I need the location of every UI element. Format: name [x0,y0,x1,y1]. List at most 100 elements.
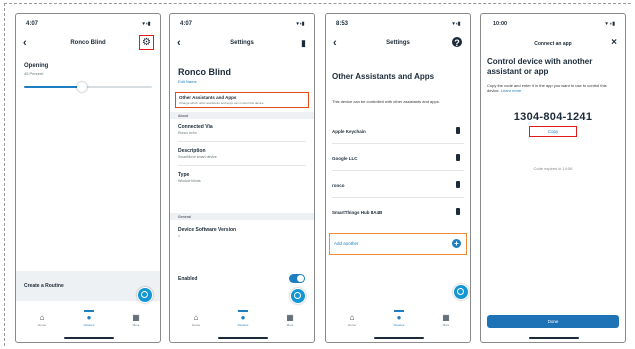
status-icons: ▾ ◖▮ [142,21,150,27]
status-time: 4:07 [26,21,39,27]
tab-more[interactable]: ▦ More [277,313,303,327]
tab-more-label: More [442,323,450,327]
software-version-value: 1 [178,234,180,238]
alexa-button[interactable] [137,287,153,303]
page-description: Copy the code and enter it in the app yo… [487,83,619,93]
screenshot-frame-top [4,3,631,4]
home-indicator [374,337,424,339]
nav-bar: ‹ Settings ▮ [170,36,314,52]
page-title: Settings [230,40,254,46]
tab-devices[interactable]: ● Devices [230,310,256,327]
slider-knob[interactable] [76,82,87,92]
tab-more-label: More [286,323,294,327]
grid-icon: ▦ [442,313,450,322]
phone-connect-app: 10:00 ▾ ◖▮ Connect an app × Control devi… [480,13,626,343]
tab-home-label: Home [191,323,200,327]
tab-home[interactable]: ⌂ Home [339,313,365,327]
done-button[interactable]: Done [487,315,619,328]
phone-device-control: 4:07 ▾ ◖▮ ‹ Ronco Blind ⚙ Opening 45 Per… [15,13,161,343]
nav-bar: ‹ Settings ? [326,36,470,52]
home-icon: ⌂ [39,313,45,322]
section-general: General [170,213,314,220]
enabled-toggle[interactable] [289,274,305,283]
create-routine-label: Create a Routine [24,283,64,289]
screenshot-frame-left [4,3,5,346]
nav-bar: ‹ Ronco Blind ⚙ [16,35,160,52]
connected-via-title: Connected Via [178,124,213,130]
trash-icon[interactable] [456,208,460,215]
edit-name-link[interactable]: Edit Name [178,79,197,84]
connected-via-row: Connected Via Ronco echo [178,120,306,142]
trash-icon[interactable]: ▮ [301,37,306,49]
pairing-code: 1304-804-1241 [513,111,593,123]
page-title: Settings [386,40,410,46]
software-version-title: Device Software Version [178,227,237,233]
page-heading: Other Assistants and Apps [332,72,435,81]
tab-home[interactable]: ⌂ Home [29,313,55,327]
phone-other-assistants: 8:53 ▾ ◖▮ ‹ Settings ? Other Assistants … [325,13,471,343]
home-icon: ⌂ [349,313,355,322]
opening-value: 45 Percent [24,71,44,76]
status-bar: 4:07 ▾ ◖▮ [26,21,150,31]
status-icons: ▾ ◖▮ [296,21,304,27]
connected-via-value: Ronco echo [178,131,197,135]
home-indicator [529,337,579,339]
description-row: Description SmartMove smart device [178,144,306,166]
alexa-button[interactable] [453,284,469,300]
bulb-icon: ● [240,313,246,322]
app-name: ronco [332,183,345,188]
tab-home-label: Home [37,323,46,327]
tab-home[interactable]: ⌂ Home [183,313,209,327]
learn-more-link[interactable]: Learn more [501,88,521,93]
type-title: Type [178,172,190,178]
bottom-tab-bar: ⌂ Home ● Devices ▦ More [16,310,160,333]
other-assistants-title: Other Assistants and Apps [179,95,237,100]
software-version-row: Device Software Version 1 [178,223,306,245]
status-bar: 8:53 ▾ ◖▮ [336,21,460,31]
help-icon[interactable]: ? [452,37,462,48]
tab-home-label: Home [347,323,356,327]
app-name: SmartThings Hub 8A4B [332,210,383,215]
tab-devices-label: Devices [237,323,249,327]
device-name: Ronco Blind [178,67,231,77]
tab-devices-label: Devices [393,323,405,327]
home-indicator [64,337,114,339]
enabled-label: Enabled [178,276,198,282]
trash-icon[interactable] [456,181,460,188]
tab-more[interactable]: ▦ More [433,313,459,327]
home-indicator [218,337,268,339]
slider-fill [24,86,82,88]
section-about: About [170,112,314,119]
tab-more[interactable]: ▦ More [123,313,149,327]
tab-more-label: More [132,323,140,327]
app-row[interactable]: Apple Keychain [332,120,464,144]
type-value: Window blinds [178,179,201,183]
phone-device-settings: 4:07 ▾ ◖▮ ‹ Settings ▮ Ronco Blind Edit … [169,13,315,343]
page-title: Connect an app [534,41,572,47]
grid-icon: ▦ [286,313,294,322]
tab-devices-label: Devices [83,323,95,327]
status-bar: 4:07 ▾ ◖▮ [180,21,304,31]
page-heading: Control device with another assistant or… [487,57,593,76]
opening-slider[interactable] [24,82,152,92]
alexa-button[interactable] [290,288,306,304]
status-time: 8:53 [336,21,349,27]
type-row: Type Window blinds [178,168,306,190]
grid-icon: ▦ [132,313,140,322]
other-assistants-row[interactable]: Other Assistants and Apps Change which o… [175,92,309,108]
app-row[interactable]: Google LLC [332,147,464,171]
add-another-button[interactable]: Add another + [329,233,467,255]
tab-devices[interactable]: ● Devices [76,310,102,327]
close-icon[interactable]: × [611,37,617,48]
code-expiry: Code expires in 14:56 [533,166,573,171]
gear-icon: ⚙ [142,37,151,48]
trash-icon[interactable] [456,127,460,134]
copy-button[interactable]: Copy [529,126,577,137]
description-title: Description [178,148,206,154]
status-time: 4:07 [180,21,193,27]
trash-icon[interactable] [456,154,460,161]
app-row[interactable]: SmartThings Hub 8A4B [332,201,464,225]
app-row[interactable]: ronco [332,174,464,198]
tab-devices[interactable]: ● Devices [386,310,412,327]
settings-gear-button[interactable]: ⚙ [139,35,154,50]
